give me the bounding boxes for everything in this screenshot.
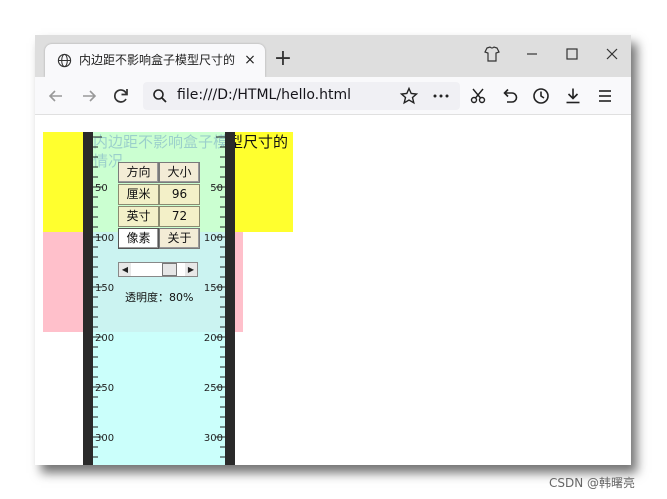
pixel-button[interactable]: 像素 [118,228,159,249]
opacity-slider[interactable]: ◀ ▶ [118,262,198,277]
download-icon[interactable] [562,85,584,107]
globe-icon [57,53,72,68]
size-button[interactable]: 大小 [159,162,200,183]
screen-ruler[interactable]: 50 50 100 100 150 150 200 200 250 250 300 300 方向 大小… [83,132,235,465]
maximize-icon[interactable] [561,43,583,65]
active-tab[interactable]: 内边距不影响盒子模型尺寸的 × [45,44,265,77]
ruler-label-left: 250 [95,383,114,394]
tab-close-icon[interactable]: × [241,51,259,69]
page-content: 内边距不影响盒子模型尺寸的情况 505010010015015020020025… [35,116,631,465]
ruler-label-left: 300 [95,433,114,444]
bookmark-star-icon[interactable] [398,85,420,107]
url-text[interactable]: file:///D:/HTML/hello.html [177,87,351,103]
screenshot-icon[interactable] [467,85,489,107]
customize-icon[interactable] [481,43,503,65]
ruler-label-right: 50 [210,183,223,194]
search-icon [153,89,167,103]
history-icon[interactable] [530,85,552,107]
ruler-label-left: 50 [95,183,108,194]
ruler-label-right: 250 [204,383,223,394]
tab-title: 内边距不影响盒子模型尺寸的 [79,53,236,67]
reload-icon[interactable] [110,85,132,107]
new-tab-button[interactable]: + [271,48,295,73]
ruler-label-right: 300 [204,433,223,444]
slider-left-arrow-icon[interactable]: ◀ [119,263,131,276]
about-button[interactable]: 关于 [159,228,200,249]
forward-icon[interactable] [78,85,100,107]
slider-right-arrow-icon[interactable]: ▶ [185,263,197,276]
unit-cm-label: 厘米 [118,184,159,205]
browser-window: 内边距不影响盒子模型尺寸的 × + file:///D:/HTML/hello.… [35,35,631,465]
ruler-label-right: 100 [204,233,223,244]
menu-icon[interactable] [594,85,616,107]
screenshot-stage: 内边距不影响盒子模型尺寸的 × + file:///D:/HTML/hello.… [0,0,667,499]
navigation-toolbar: file:///D:/HTML/hello.html [35,77,631,115]
unit-cm-value: 96 [159,184,200,205]
ruler-label-right: 150 [204,283,223,294]
ruler-label-left: 150 [95,283,114,294]
slider-thumb[interactable] [162,263,177,276]
direction-button[interactable]: 方向 [118,162,159,183]
back-icon[interactable] [45,85,67,107]
watermark: CSDN @韩曙亮 [549,476,636,490]
tab-strip: 内边距不影响盒子模型尺寸的 × + [35,35,631,77]
ruler-label-right: 200 [204,333,223,344]
ruler-label-left: 100 [95,233,114,244]
unit-inch-label: 英寸 [118,206,159,227]
more-icon[interactable] [430,85,452,107]
ruler-label-left: 200 [95,333,114,344]
undo-icon[interactable] [499,85,521,107]
window-close-icon[interactable] [601,43,623,65]
opacity-label: 透明度：80% [125,291,194,304]
minimize-icon[interactable] [521,43,543,65]
unit-inch-value: 72 [159,206,200,227]
